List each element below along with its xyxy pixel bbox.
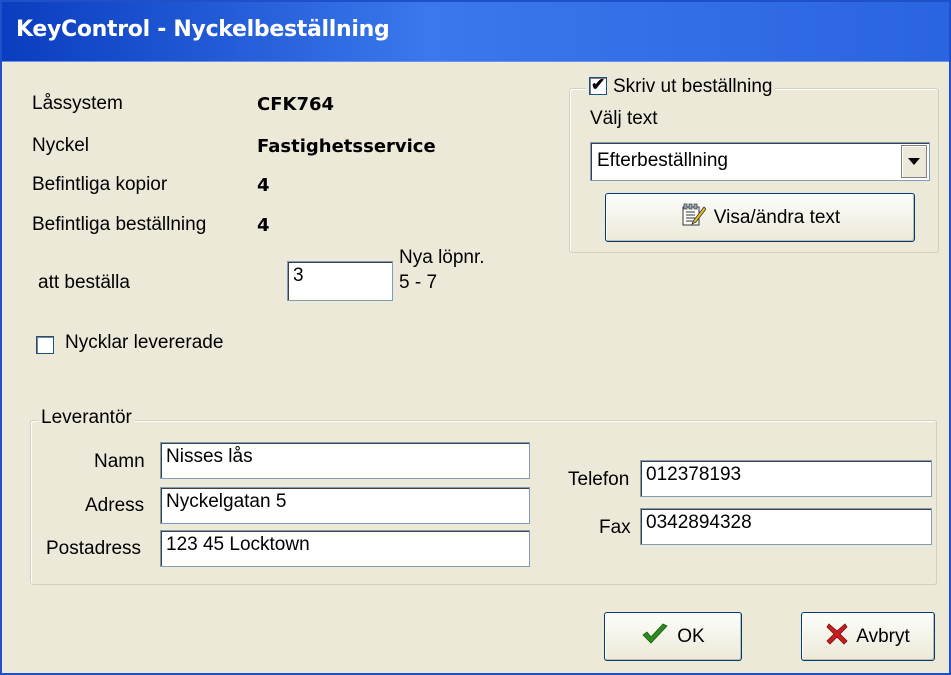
dropdown-arrow-icon[interactable] — [901, 145, 927, 178]
nycklar-levererade-checkbox[interactable] — [36, 336, 54, 354]
nyckel-label: Nyckel — [32, 135, 90, 156]
supplier-legend: Leverantör — [38, 407, 135, 429]
cancel-button[interactable]: Avbryt — [801, 612, 935, 661]
telefon-input[interactable]: 012378193 — [640, 460, 932, 497]
postadress-label: Postadress — [46, 538, 142, 559]
nycklar-levererade-label: Nycklar levererade — [65, 332, 224, 353]
nyckel-value: Fastighetsservice — [257, 136, 436, 157]
nya-lopnr-value: 5 - 7 — [399, 272, 438, 293]
title-bar[interactable]: KeyControl - Nyckelbeställning — [2, 2, 949, 62]
bestallning-value: 4 — [257, 215, 270, 236]
skriv-ut-label: Skriv ut beställning — [613, 76, 773, 97]
notepad-edit-icon — [680, 203, 707, 233]
fax-label: Fax — [599, 517, 631, 538]
kopior-value: 4 — [257, 175, 270, 196]
skriv-ut-checkbox[interactable]: ✔ — [589, 75, 607, 95]
lassystem-label: Låssystem — [32, 93, 123, 114]
visa-andra-text-label: Visa/ändra text — [713, 206, 841, 228]
text-select[interactable]: Efterbeställning — [590, 142, 930, 181]
nya-lopnr-label: Nya löpnr. — [399, 247, 485, 268]
namn-label: Namn — [94, 451, 145, 472]
valj-text-label: Välj text — [590, 108, 658, 129]
x-icon — [826, 622, 848, 651]
bestallning-label: Befintliga beställning — [32, 214, 207, 235]
att-bestalla-label: att beställa — [38, 272, 130, 293]
print-legend: ✔ Skriv ut beställning — [586, 75, 776, 98]
check-mark-icon: ✔ — [591, 75, 606, 94]
lassystem-value: CFK764 — [257, 94, 335, 115]
dialog-window: KeyControl - Nyckelbeställning Låssystem… — [0, 0, 951, 675]
adress-input[interactable]: Nyckelgatan 5 — [160, 487, 530, 524]
cancel-label: Avbryt — [856, 625, 910, 647]
adress-label: Adress — [85, 495, 145, 516]
visa-andra-text-button[interactable]: Visa/ändra text — [605, 193, 915, 242]
telefon-label: Telefon — [568, 469, 630, 490]
fax-input[interactable]: 0342894328 — [640, 508, 932, 545]
att-bestalla-input[interactable]: 3 — [287, 261, 393, 301]
namn-input[interactable]: Nisses lås — [160, 442, 530, 479]
ok-button[interactable]: OK — [604, 612, 742, 661]
window-title: KeyControl - Nyckelbeställning — [16, 17, 390, 42]
checkmark-icon — [641, 623, 669, 651]
ok-label: OK — [677, 625, 705, 647]
postadress-input[interactable]: 123 45 Locktown — [160, 530, 530, 567]
text-select-value: Efterbeställning — [597, 150, 728, 171]
kopior-label: Befintliga kopior — [32, 174, 168, 195]
